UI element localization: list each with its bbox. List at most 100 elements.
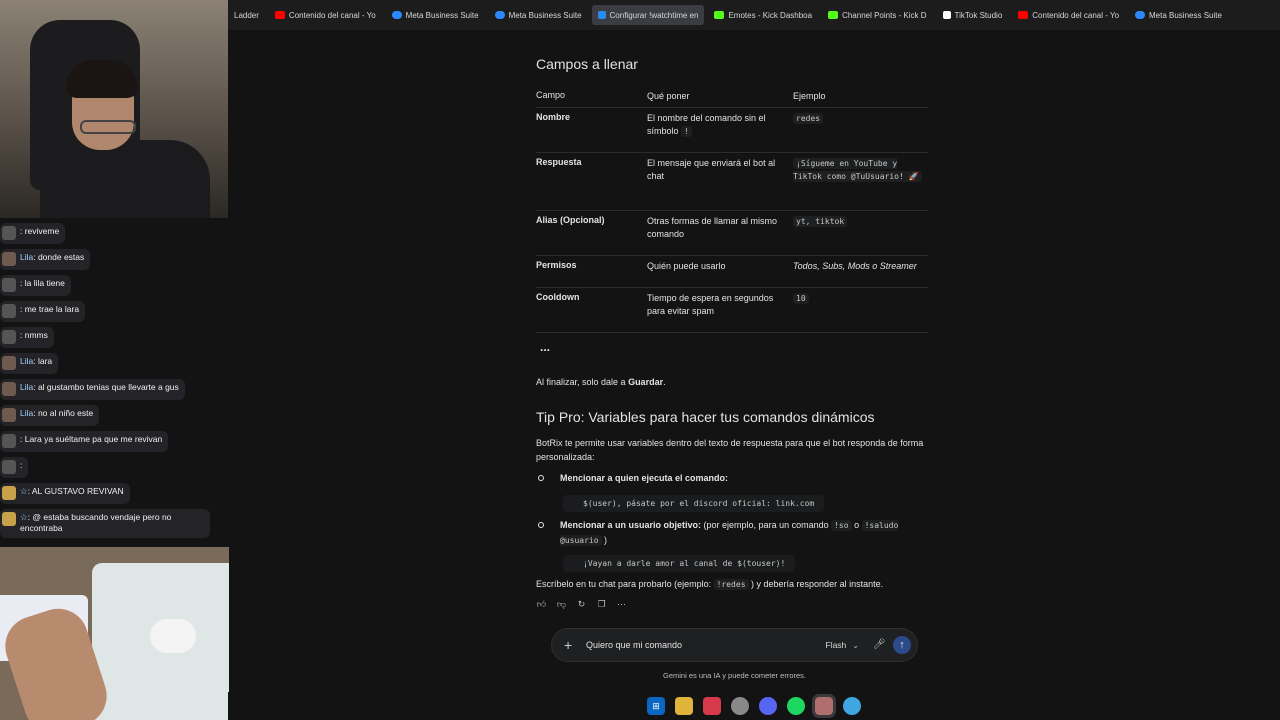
prompt-input[interactable] — [586, 640, 826, 650]
webcam-overlay — [0, 0, 228, 218]
disclaimer: Gemini es una IA y puede cometer errores… — [663, 671, 806, 680]
meta-icon — [391, 11, 402, 19]
field-name: Alias (Opcional) — [536, 215, 605, 225]
bullet-user: Mencionar a quien ejecuta el comando: — [538, 471, 918, 485]
chat-avatar — [2, 512, 16, 526]
chat-avatar — [2, 460, 16, 474]
discord-icon[interactable] — [759, 697, 777, 715]
copy-icon[interactable]: ❐ — [596, 599, 607, 610]
chat-message: Lila: al gustambo tenias que llevarte a … — [0, 379, 185, 400]
desk-cam-overlay — [0, 547, 229, 720]
meta-icon — [1135, 11, 1146, 19]
file-explorer-icon[interactable] — [675, 697, 693, 715]
microphone-icon[interactable]: 🎤︎ — [873, 639, 886, 651]
response-actions: 👍︎ 👎︎ ↻ ❐ ⋯ — [536, 599, 627, 610]
fields-table: Campo Qué poner Ejemplo Nombre El nombre del… — [536, 86, 928, 333]
field-description: El nombre del comando sin el símbolo ! — [647, 113, 766, 137]
chat-message: Lila: donde estas — [0, 249, 91, 270]
chat-text: : donde estas — [33, 252, 85, 262]
chat-username: Lila — [20, 252, 34, 262]
chat-message: : nmms — [0, 327, 54, 348]
chevron-down-icon: ⌄ — [852, 641, 859, 650]
chat-avatar — [2, 330, 16, 344]
chat-text: : me trae la lara — [20, 304, 80, 314]
screen: Ladder Contenido del canal - Yo Meta Busin… — [0, 0, 1280, 720]
spotify-icon[interactable] — [787, 697, 805, 715]
chat-message: ☆: @ estaba buscando vendaje pero no enc… — [0, 509, 210, 538]
chat-avatar — [2, 382, 16, 396]
bookmark-item[interactable]: Configurar !watchtime en — [591, 5, 705, 25]
stream-chat-overlay: : reviveme Lila: donde estas: la lila tie… — [0, 223, 228, 543]
bookmark-item[interactable]: Contenido del canal - Yo — [269, 5, 382, 25]
tip-intro: BotRix te permite usar variables dentro … — [536, 438, 924, 462]
code-touser: ¡Vayan a darle amor al canal de $(touser… — [563, 555, 796, 572]
taskbar: ⊞ — [228, 692, 1280, 720]
bookmark-item[interactable]: TikTok Studio — [937, 5, 1009, 25]
chat-message: Lila: no al niño este — [0, 405, 100, 426]
bookmark-item[interactable]: Meta Business Suite — [489, 5, 588, 25]
chat-username: Lila — [20, 356, 34, 366]
mouse — [150, 619, 196, 653]
chat-message: Lila: lara — [0, 353, 59, 374]
bullet-touser: Mencionar a un usuario objetivo: (por ej… — [538, 518, 918, 548]
field-description: El mensaje que enviará el bot al chat — [647, 158, 776, 181]
field-name: Permisos — [536, 260, 577, 270]
streamer-hair — [66, 60, 138, 98]
app-red-icon[interactable] — [703, 697, 721, 715]
model-selector[interactable]: Flash ⌄ — [826, 640, 860, 650]
bookmark-item[interactable]: Channel Points - Kick D — [822, 5, 932, 25]
bookmark-item[interactable]: Contenido del canal - Yo — [1012, 5, 1125, 25]
chat-avatar — [2, 304, 16, 318]
bookmark-item[interactable]: Emotes - Kick Dashboa — [708, 5, 818, 25]
add-attachment-icon[interactable]: + — [564, 637, 578, 653]
send-button[interactable]: ↑ — [893, 636, 911, 654]
chat-text: : no al niño este — [33, 408, 94, 418]
chat-text: : @ estaba buscando vendaje pero no enco… — [20, 512, 172, 533]
field-name: Respuesta — [536, 157, 582, 167]
chat-text: : reviveme — [20, 226, 60, 236]
field-example: redes — [793, 108, 928, 152]
response-content: Campos a llenar — [536, 56, 936, 72]
kick-icon — [714, 11, 725, 19]
field-name: Nombre — [536, 112, 571, 122]
prompt-composer: + Flash⌄ 🎤︎ ↑ — [551, 628, 918, 662]
obs-icon[interactable] — [812, 694, 836, 718]
thumbs-down-icon[interactable]: 👎︎ — [556, 599, 567, 610]
chat-message: : la lila tiene — [0, 275, 71, 296]
field-name: Cooldown — [536, 292, 580, 302]
chat-text: : la lila tiene — [20, 278, 65, 288]
chat-avatar — [2, 278, 16, 292]
field-example: 10 — [793, 288, 928, 332]
chat-message: : me trae la lara — [0, 301, 86, 322]
finish-paragraph: Al finalizar, solo dale a Guardar. — [536, 377, 666, 387]
chat-avatar — [2, 226, 16, 240]
bookmark-item[interactable]: Ladder — [228, 5, 265, 25]
edge-icon[interactable] — [843, 697, 861, 715]
tip-title: Tip Pro: Variables para hacer tus comand… — [536, 409, 875, 425]
chat-message: : Lara ya suéltame pa que me revivan — [0, 431, 169, 452]
meta-icon — [494, 11, 505, 19]
botrix-icon — [597, 11, 606, 19]
field-description: Quién puede usarlo — [647, 261, 726, 271]
column-header: Campo — [536, 90, 566, 100]
streamer-glasses — [80, 120, 136, 134]
chrome-icon[interactable] — [731, 697, 749, 715]
chat-username: Lila — [20, 382, 34, 392]
chat-username: ☆ — [20, 486, 28, 496]
chat-text: : al gustambo tenias que llevarte a gus — [33, 382, 179, 392]
chat-text: : nmms — [20, 330, 48, 340]
thumbs-up-icon[interactable]: 👍︎ — [536, 599, 547, 610]
bookmark-item[interactable]: Meta Business Suite — [386, 5, 485, 25]
field-description: Otras formas de llamar al mismo comando — [647, 216, 778, 239]
bookmark-item[interactable]: Meta Business Suite — [1129, 5, 1228, 25]
regenerate-icon[interactable]: ↻ — [576, 599, 587, 610]
field-example: yt, tiktok — [793, 211, 928, 255]
chat-text: : lara — [33, 356, 53, 366]
chat-text: : Lara ya suéltame pa que me revivan — [20, 434, 163, 444]
chat-message: ☆: AL GUSTAVO REVIVAN — [0, 483, 130, 504]
more-options-icon[interactable]: ⋯ — [616, 599, 627, 610]
save-highlight: Guardar — [628, 377, 664, 387]
windows-start-icon[interactable]: ⊞ — [647, 697, 665, 715]
youtube-icon — [274, 11, 285, 19]
column-header: Ejemplo — [793, 91, 826, 101]
